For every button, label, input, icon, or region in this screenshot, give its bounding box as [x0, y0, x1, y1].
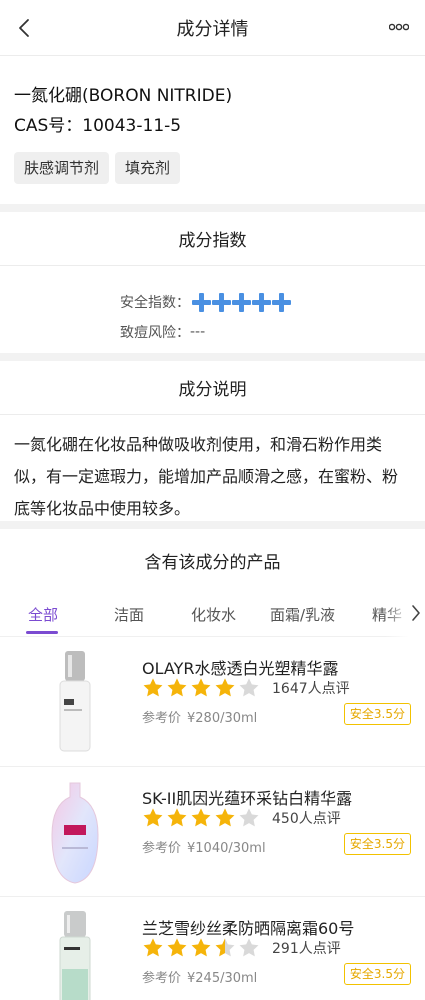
description-line: 一氮化硼在化妆品种做吸收剂使用，和滑石粉作用类: [14, 435, 383, 454]
star-empty-icon: [239, 678, 259, 697]
description-line: 底等化妆品中使用较多。: [14, 499, 191, 518]
price-value: ¥280/30ml: [187, 711, 258, 726]
star-filled-icon: [143, 678, 163, 697]
active-tab-indicator: [26, 631, 58, 634]
rating-stars: 291人点评: [142, 937, 341, 959]
cas-value: 10043-11-5: [82, 116, 182, 136]
safety-cross-icon: [252, 292, 271, 312]
price-row: 参考价 ¥280/30ml: [142, 707, 257, 726]
price-label: 参考价: [142, 971, 182, 986]
more-options-icon[interactable]: [389, 22, 409, 32]
star-filled-icon: [191, 808, 211, 827]
category-tabs: 全部 洁面 化妆水 面霜/乳液 精华: [0, 591, 425, 637]
product-name: 兰芝雪纱丝柔防晒隔离霜60号: [142, 919, 355, 938]
tab-all[interactable]: 全部: [28, 604, 58, 625]
price-value: ¥1040/30ml: [187, 841, 266, 856]
section-title: 成分说明: [0, 361, 425, 415]
safety-score-badge: 安全3.5分: [343, 963, 411, 985]
star-empty-icon: [239, 938, 259, 957]
star-filled-icon: [167, 938, 187, 957]
price-row: 参考价 ¥1040/30ml: [142, 837, 266, 856]
cas-number: CAS号：10043-11-5: [14, 114, 411, 138]
price-label: 参考价: [142, 841, 182, 856]
ingredient-info: 一氮化硼(BORON NITRIDE) CAS号：10043-11-5 肤感调节…: [0, 56, 425, 204]
cas-label: CAS号：: [14, 116, 83, 136]
safety-index-label: 安全指数：: [120, 295, 190, 311]
function-tags: 肤感调节剂 填充剂: [14, 152, 411, 184]
safety-cross-icon: [272, 292, 291, 312]
safety-score-badge: 安全3.5分: [343, 833, 411, 855]
product-name: OLAYR水感透白光塑精华露: [142, 659, 339, 678]
product-item[interactable]: SK-II肌因光蕴环采钻白精华露 450人点评 参考价 ¥1040/30ml 安全…: [0, 767, 425, 897]
section-title: 含有该成分的产品: [144, 552, 281, 573]
nav-bar: 成分详情: [0, 0, 425, 56]
price-value: ¥245/30ml: [187, 971, 258, 986]
tab-toner[interactable]: 化妆水: [191, 604, 236, 625]
function-tag[interactable]: 填充剂: [115, 152, 181, 184]
safety-score-badge: 安全3.5分: [343, 703, 411, 725]
function-tag[interactable]: 肤感调节剂: [14, 152, 110, 184]
review-count: 450人点评: [272, 811, 341, 827]
star-filled-icon: [143, 808, 163, 827]
safety-cross-icon: [232, 292, 251, 312]
rating-stars: 450人点评: [142, 807, 341, 829]
tabs-scroll-right[interactable]: [385, 591, 425, 637]
section-title: 成分指数: [0, 212, 425, 266]
rating-stars: 1647人点评: [142, 677, 350, 699]
star-filled-icon: [143, 938, 163, 957]
product-item[interactable]: 兰芝雪纱丝柔防晒隔离霜60号 291人点评 参考价 ¥245/30ml 安全3.5…: [0, 897, 425, 1000]
safety-cross-icon: [212, 292, 231, 312]
safety-index-row: 安全指数：: [0, 287, 425, 317]
product-image-olay-bottle: [59, 651, 91, 752]
ingredient-index-section: 成分指数 安全指数： 致痘风险： ---: [0, 212, 425, 353]
star-filled-icon: [215, 678, 235, 697]
safety-cross-icon: [192, 292, 211, 312]
products-section: 含有该成分的产品 全部 洁面 化妆水 面霜/乳液 精华 OLAYR水感透白光塑精…: [0, 529, 425, 1000]
ingredient-name: 一氮化硼(BORON NITRIDE): [14, 86, 233, 106]
price-row: 参考价 ¥245/30ml: [142, 967, 257, 986]
star-filled-icon: [167, 678, 187, 697]
description-text: 一氮化硼在化妆品种做吸收剂使用，和滑石粉作用类 似，有一定遮瑕力，能增加产品顺滑…: [0, 415, 425, 525]
tab-cleanser[interactable]: 洁面: [114, 604, 144, 625]
star-empty-icon: [239, 808, 259, 827]
acne-risk-value: ---: [190, 324, 206, 340]
back-arrow-icon[interactable]: [14, 16, 36, 40]
product-image-skii-bottle: [51, 782, 99, 884]
acne-risk-label: 致痘风险：: [120, 325, 190, 341]
star-filled-icon: [191, 938, 211, 957]
review-count: 1647人点评: [272, 681, 350, 697]
star-filled-icon: [191, 678, 211, 697]
product-image-laneige-tube: [59, 911, 91, 1000]
safety-index-rating: [192, 292, 291, 312]
star-filled-icon: [167, 808, 187, 827]
page-title: 成分详情: [176, 18, 249, 40]
price-label: 参考价: [142, 711, 182, 726]
star-filled-icon: [215, 808, 235, 827]
description-line: 似，有一定遮瑕力，能增加产品顺滑之感，在蜜粉、粉: [14, 467, 399, 486]
review-count: 291人点评: [272, 941, 341, 957]
tab-cream-lotion[interactable]: 面霜/乳液: [270, 604, 335, 625]
product-item[interactable]: OLAYR水感透白光塑精华露 1647人点评 参考价 ¥280/30ml 安全3.…: [0, 637, 425, 767]
star-half-icon: [215, 938, 235, 957]
acne-risk-row: 致痘风险： ---: [0, 317, 425, 347]
product-name: SK-II肌因光蕴环采钻白精华露: [142, 789, 353, 808]
chevron-right-icon: [412, 605, 420, 621]
ingredient-description-section: 成分说明 一氮化硼在化妆品种做吸收剂使用，和滑石粉作用类 似，有一定遮瑕力，能增…: [0, 361, 425, 521]
